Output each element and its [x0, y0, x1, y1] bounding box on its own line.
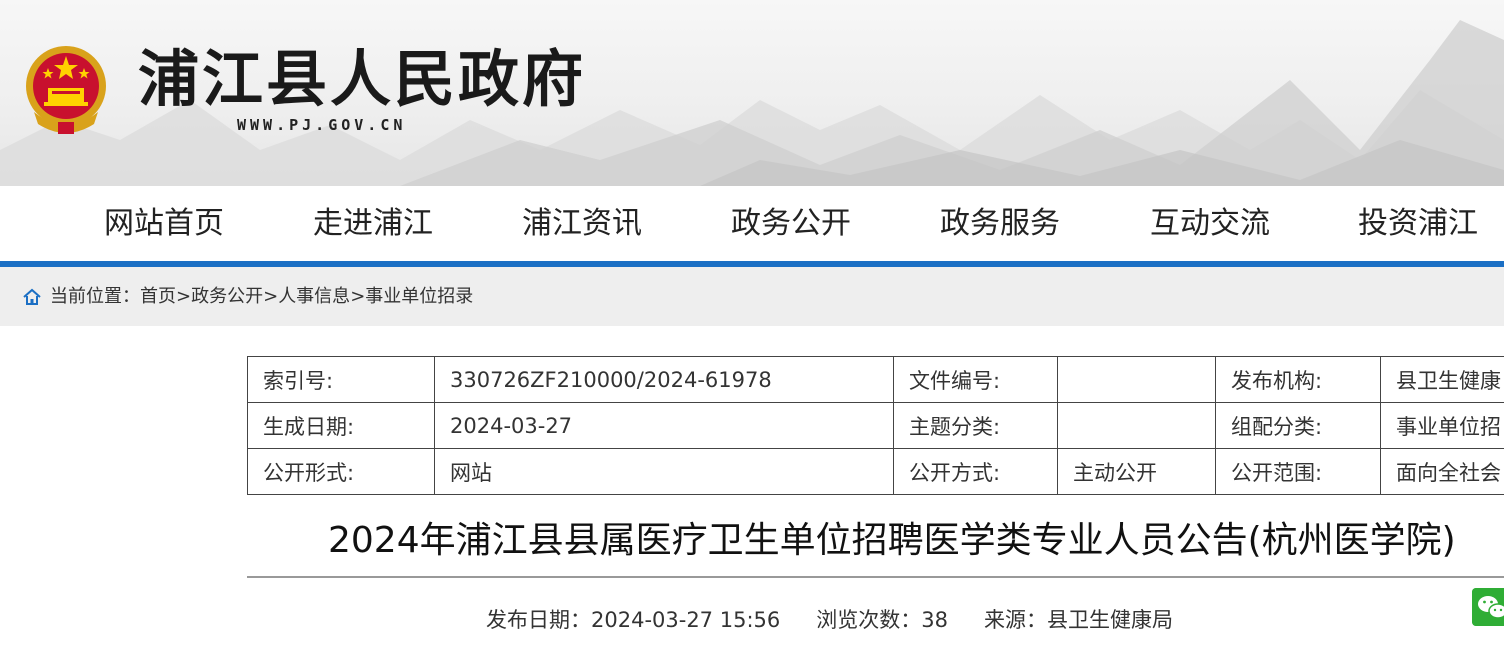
- main-nav: 网站首页 走进浦江 浦江资讯 政务公开 政务服务 互动交流 投资浦江: [0, 186, 1504, 261]
- meta-label-created-date: 生成日期:: [247, 402, 435, 449]
- table-row: 索引号: 330726ZF210000/2024-61978 文件编号: 发布机…: [247, 356, 1504, 403]
- meta-label-disclosure-form: 公开形式:: [247, 448, 435, 495]
- site-url: WWW.PJ.GOV.CN: [237, 116, 407, 134]
- breadcrumb-separator: >: [176, 286, 192, 307]
- publish-date-label: 发布日期：: [486, 608, 591, 632]
- meta-value-topic-category: [1057, 402, 1216, 449]
- source-value: 县卫生健康局: [1046, 608, 1173, 632]
- meta-value-created-date: 2024-03-27: [434, 402, 894, 449]
- breadcrumb-separator: >: [263, 286, 279, 307]
- meta-value-publisher: 县卫生健康: [1380, 356, 1504, 403]
- source-label: 来源：: [983, 608, 1047, 632]
- home-icon: [23, 288, 41, 305]
- nav-item-about[interactable]: 走进浦江: [313, 186, 433, 261]
- site-title: 浦江县人民政府: [138, 44, 587, 115]
- breadcrumb-text: 当前位置：首页>政务公开>人事信息>事业单位招录: [50, 267, 473, 326]
- table-row: 生成日期: 2024-03-27 主题分类: 组配分类: 事业单位招: [247, 402, 1504, 449]
- meta-value-assembly-category: 事业单位招: [1380, 402, 1504, 449]
- wechat-icon[interactable]: [1472, 588, 1504, 626]
- table-row: 公开形式: 网站 公开方式: 主动公开 公开范围: 面向全社会: [247, 448, 1504, 495]
- breadcrumb-link-recruitment[interactable]: 事业单位招录: [365, 286, 473, 307]
- meta-value-disclosure-method: 主动公开: [1057, 448, 1216, 495]
- meta-label-document-number: 文件编号:: [893, 356, 1058, 403]
- breadcrumb-link-personnel[interactable]: 人事信息: [278, 286, 350, 307]
- meta-label-assembly-category: 组配分类:: [1215, 402, 1381, 449]
- meta-label-publisher: 发布机构:: [1215, 356, 1381, 403]
- breadcrumb-label: 当前位置：: [50, 286, 140, 307]
- breadcrumb-link-gov-open[interactable]: 政务公开: [191, 286, 263, 307]
- title-divider: [247, 576, 1504, 578]
- nav-item-home[interactable]: 网站首页: [104, 186, 224, 261]
- meta-value-disclosure-scope: 面向全社会: [1380, 448, 1504, 495]
- nav-item-gov-service[interactable]: 政务服务: [940, 186, 1060, 261]
- breadcrumb-link-home[interactable]: 首页: [140, 286, 176, 307]
- meta-value-document-number: [1057, 356, 1216, 403]
- article-publish-info: 发布日期：2024-03-27 15:56 浏览次数：38 来源：县卫生健康局: [486, 602, 1173, 638]
- nav-item-interaction[interactable]: 互动交流: [1150, 186, 1270, 261]
- view-count: 38: [921, 608, 948, 632]
- nav-item-news[interactable]: 浦江资讯: [522, 186, 642, 261]
- nav-item-invest[interactable]: 投资浦江: [1358, 186, 1478, 261]
- nav-item-gov-open[interactable]: 政务公开: [731, 186, 851, 261]
- meta-value-disclosure-form: 网站: [434, 448, 894, 495]
- view-count-label: 浏览次数：: [816, 608, 922, 632]
- publish-date: 2024-03-27 15:56: [591, 608, 781, 632]
- breadcrumb: 当前位置：首页>政务公开>人事信息>事业单位招录: [0, 267, 1504, 326]
- meta-value-index-number: 330726ZF210000/2024-61978: [434, 356, 894, 403]
- meta-label-index-number: 索引号:: [247, 356, 435, 403]
- meta-label-disclosure-scope: 公开范围:: [1215, 448, 1381, 495]
- breadcrumb-separator: >: [350, 286, 366, 307]
- meta-label-topic-category: 主题分类:: [893, 402, 1058, 449]
- document-metadata-table: 索引号: 330726ZF210000/2024-61978 文件编号: 发布机…: [247, 356, 1504, 495]
- site-header-banner: 浦江县人民政府 WWW.PJ.GOV.CN: [0, 0, 1504, 186]
- national-emblem-icon: [26, 46, 106, 134]
- article-title: 2024年浦江县县属医疗卫生单位招聘医学类专业人员公告(杭州医学院): [328, 520, 1456, 561]
- meta-label-disclosure-method: 公开方式:: [893, 448, 1058, 495]
